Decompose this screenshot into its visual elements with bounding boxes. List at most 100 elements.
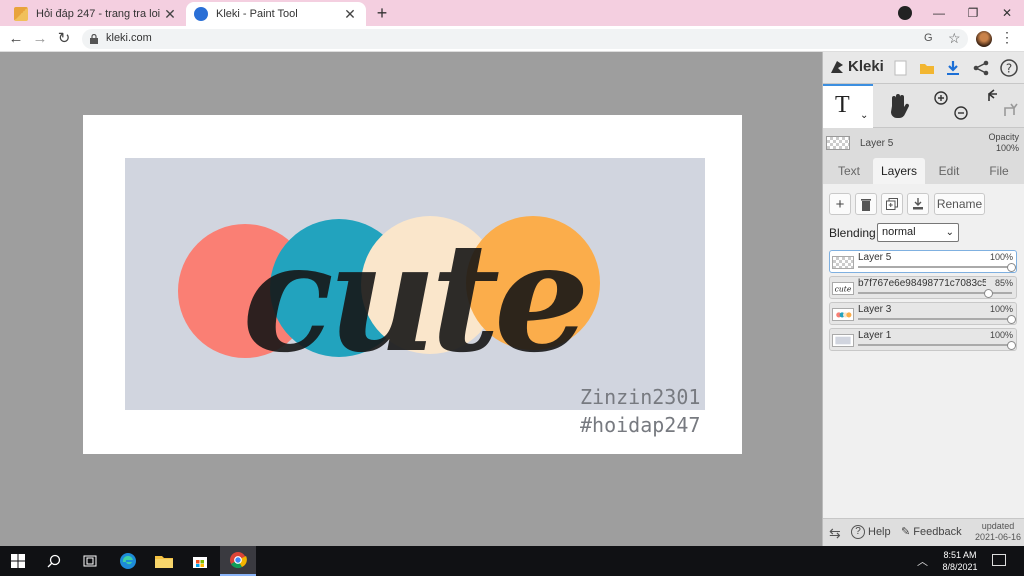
help-label: Help (868, 526, 891, 538)
zoom-in-out-icon[interactable] (931, 88, 971, 124)
layer-thumbnail (832, 308, 854, 321)
clock-time: 8:51 AM (943, 550, 977, 560)
rename-layer-button[interactable]: Rename (934, 193, 985, 215)
forward-icon[interactable]: → (30, 29, 50, 49)
download-icon[interactable] (943, 58, 963, 78)
layer-opacity-slider[interactable] (858, 318, 1012, 320)
browser-tab-strip: Hỏi đáp 247 - trang tra loi ✕ Kleki - Pa… (0, 0, 1024, 26)
file-explorer-icon[interactable] (146, 546, 182, 576)
updated-date: 2021-06-16 (974, 532, 1021, 542)
system-clock[interactable]: 8:51 AM 8/8/2021 (938, 549, 982, 573)
tab-kleki[interactable]: Kleki - Paint Tool ✕ (186, 2, 366, 26)
layer-thumbnail: cute (832, 282, 854, 295)
translate-icon[interactable]: G (924, 32, 933, 44)
tab-title: Hỏi đáp 247 - trang tra loi (36, 8, 161, 20)
updated-label: updated (981, 521, 1015, 531)
plus-icon: + (835, 195, 845, 213)
svg-text:?: ? (1006, 62, 1012, 76)
windows-start-icon[interactable] (0, 546, 36, 576)
tab-file[interactable]: File (973, 158, 1024, 184)
current-layer-thumbnail (826, 136, 850, 150)
opacity-label: Opacity (988, 132, 1019, 142)
feedback-label: Feedback (913, 526, 962, 538)
layer-name: Layer 3 (858, 304, 892, 315)
current-layer-name: Layer 5 (860, 138, 894, 149)
feedback-button[interactable]: ✎ Feedback (901, 525, 962, 538)
canvas-area[interactable]: cute Zinzin2301 #hoidap247 (0, 52, 822, 546)
edge-icon[interactable] (110, 546, 146, 576)
kleki-logo-text: Kleki (848, 58, 884, 75)
delete-layer-button[interactable] (855, 193, 877, 215)
kleki-logo[interactable]: Kleki (829, 58, 884, 75)
task-view-icon[interactable] (72, 546, 108, 576)
address-bar[interactable]: kleki.com G ☆ (82, 29, 968, 49)
feedback-icon: ✎ (901, 526, 914, 538)
back-icon[interactable]: ← (6, 29, 26, 49)
swap-sides-icon[interactable]: ⇆ (829, 525, 841, 542)
help-circle-icon[interactable]: ? (999, 58, 1019, 78)
profile-avatar[interactable] (976, 31, 992, 47)
layer-opacity-knob[interactable] (1007, 263, 1016, 272)
browser-menu-icon[interactable]: ⋮ (1000, 29, 1014, 46)
url-text: kleki.com (106, 32, 152, 44)
blending-value: normal (882, 226, 916, 238)
blending-label: Blending (829, 226, 876, 240)
layer-opacity-knob[interactable] (1007, 315, 1016, 324)
drawing-canvas[interactable]: cute Zinzin2301 #hoidap247 (83, 115, 742, 454)
restore-icon[interactable]: ❐ (956, 0, 990, 26)
help-button[interactable]: ? Help (851, 525, 891, 539)
layer-opacity: 85% (994, 278, 1013, 288)
tab-hoidap[interactable]: Hỏi đáp 247 - trang tra loi ✕ (6, 2, 186, 26)
blending-select[interactable]: normal ⌄ (877, 223, 959, 242)
tab-search-icon[interactable] (898, 6, 912, 20)
layer-row-layer-1[interactable]: Layer 1 100% (829, 328, 1017, 351)
tab-layers[interactable]: Layers (873, 158, 925, 184)
layer-row-layer-5[interactable]: Layer 5 100% (829, 250, 1017, 273)
chrome-icon[interactable] (220, 546, 256, 576)
layer-opacity-slider[interactable] (858, 344, 1012, 346)
tab-text[interactable]: Text (825, 158, 873, 184)
layer-opacity-slider[interactable] (858, 266, 1012, 268)
store-icon[interactable] (182, 546, 218, 576)
tab-close-icon[interactable]: ✕ (342, 6, 358, 22)
tool-row: T ⌄ (823, 84, 1024, 128)
layer-name: Layer 1 (858, 330, 892, 341)
merge-layer-button[interactable] (907, 193, 929, 215)
layer-row-layer-3[interactable]: Layer 3 100% (829, 302, 1017, 325)
undo-redo-icon[interactable] (981, 88, 1021, 124)
reload-icon[interactable]: ↻ (54, 29, 74, 49)
current-opacity: Opacity 100% (988, 132, 1019, 154)
layer-row-imported[interactable]: cute b7f767e6e98498771c7083c5 85% (829, 276, 1017, 299)
tray-chevron-up-icon[interactable]: ︿ (917, 553, 928, 569)
layer-opacity: 100% (989, 330, 1013, 340)
chevron-down-icon[interactable]: ⌄ (860, 110, 868, 121)
panel-tabs: Text Layers Edit File (823, 158, 1024, 184)
minimize-icon[interactable]: — (922, 0, 956, 26)
layer-name: Layer 5 (858, 252, 892, 263)
layer-opacity-knob[interactable] (1007, 341, 1016, 350)
search-icon[interactable] (36, 546, 72, 576)
duplicate-layer-button[interactable] (881, 193, 903, 215)
tab-edit[interactable]: Edit (925, 158, 973, 184)
share-icon[interactable] (971, 58, 991, 78)
layer-opacity: 100% (989, 304, 1013, 314)
add-layer-button[interactable]: + (829, 193, 851, 215)
open-folder-icon[interactable] (917, 58, 937, 78)
kleki-side-panel: Kleki ? T ⌄ Layer 5 Opacity 100% Text La… (822, 52, 1024, 546)
text-tool-button[interactable]: T ⌄ (823, 84, 873, 128)
close-window-icon[interactable]: ✕ (990, 0, 1024, 26)
artwork-word: cute (242, 210, 583, 386)
bookmark-star-icon[interactable]: ☆ (948, 30, 961, 47)
merge-down-icon (913, 198, 923, 210)
chevron-down-icon: ⌄ (945, 227, 954, 238)
hand-tool-icon[interactable] (886, 92, 912, 120)
kleki-favicon-icon (194, 7, 208, 21)
tab-close-icon[interactable]: ✕ (162, 6, 178, 22)
new-tab-button[interactable]: + (372, 4, 392, 24)
updated-info[interactable]: updated 2021-06-16 (975, 521, 1021, 543)
layer-thumbnail (832, 256, 854, 269)
new-image-icon[interactable] (891, 58, 911, 78)
notification-icon[interactable] (992, 554, 1006, 566)
layer-opacity-knob[interactable] (983, 289, 993, 298)
kleki-logo-icon (831, 60, 843, 73)
